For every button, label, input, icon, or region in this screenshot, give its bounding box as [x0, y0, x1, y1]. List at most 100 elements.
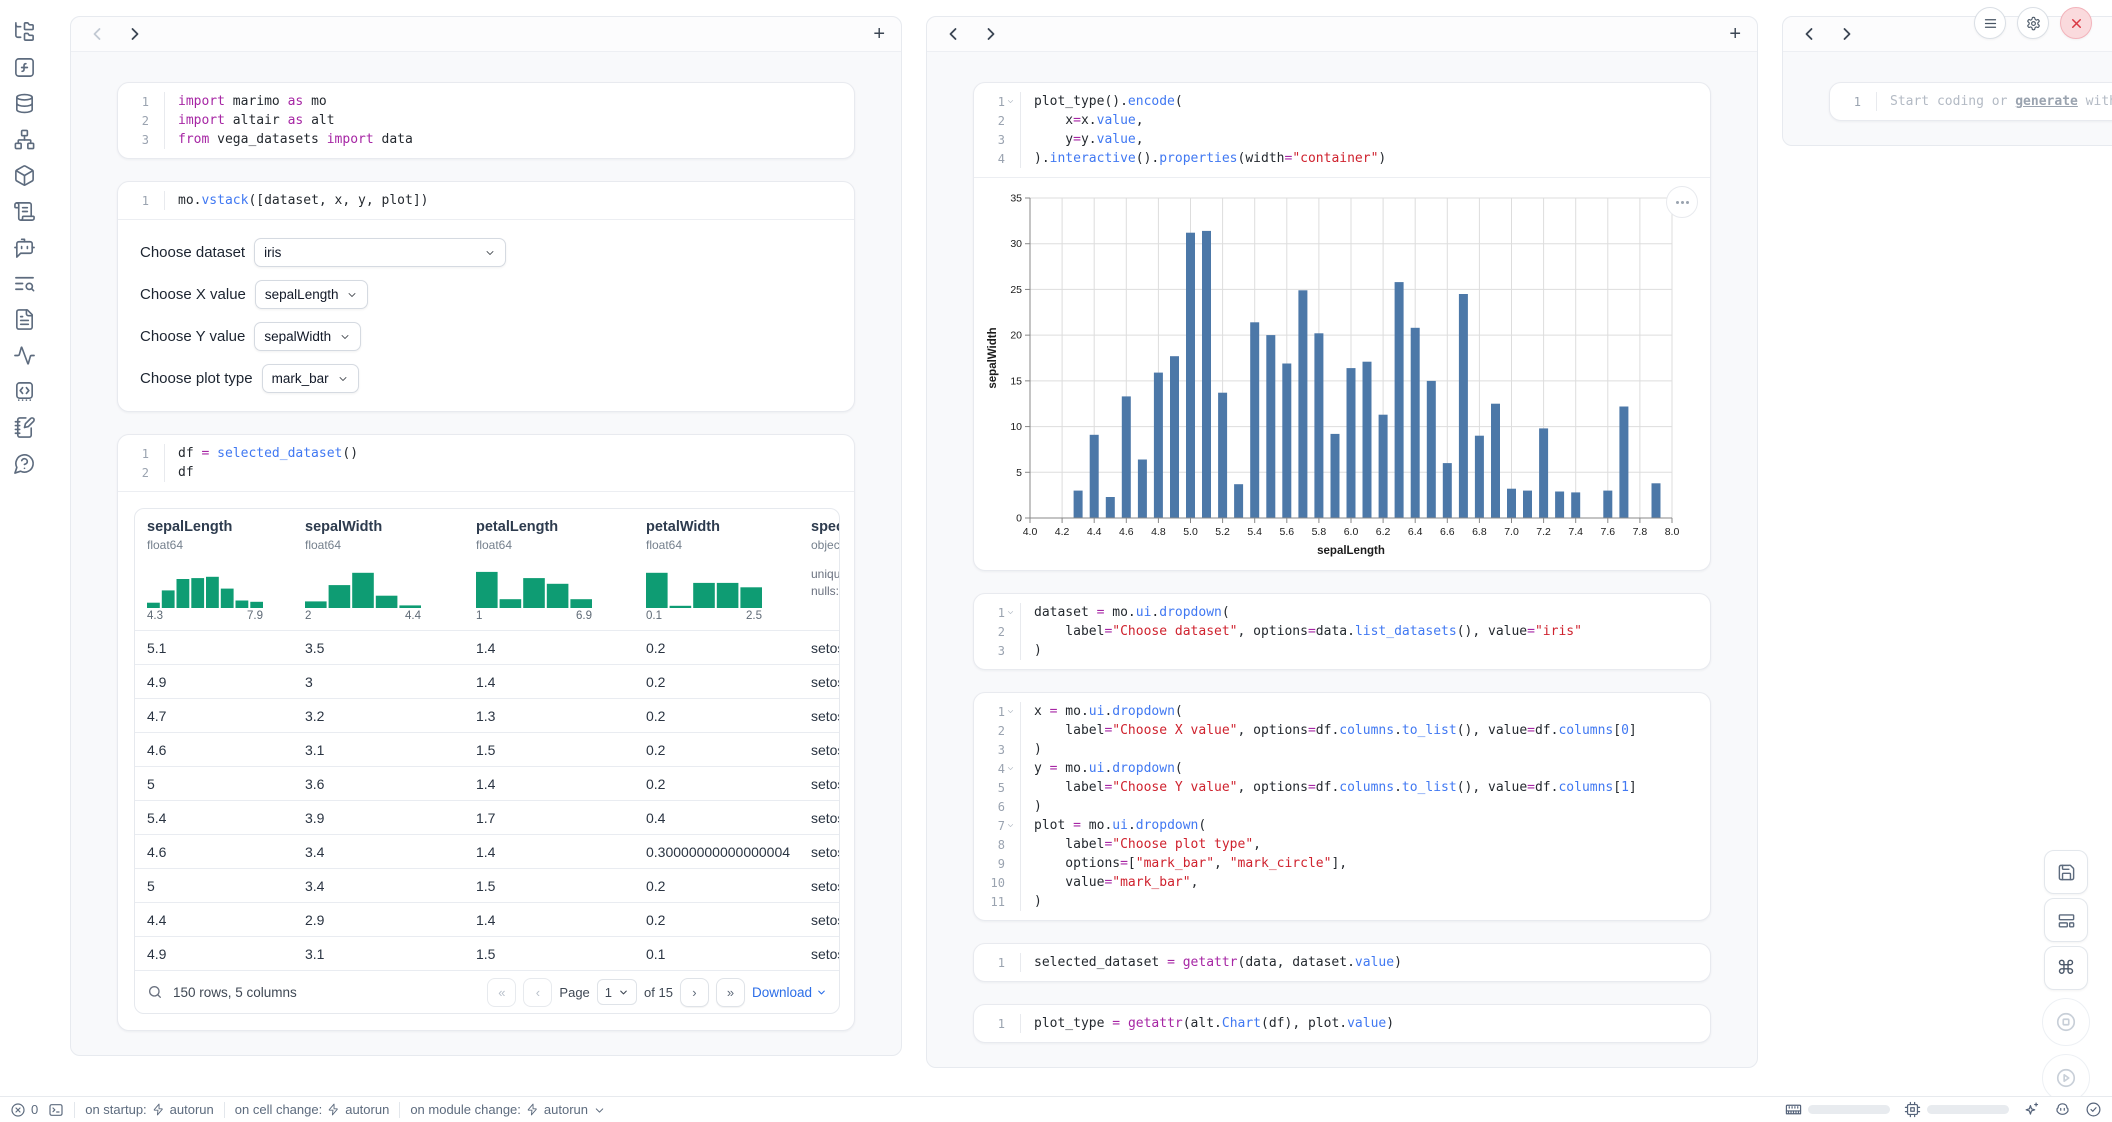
add-column-button[interactable]: +: [1729, 24, 1741, 44]
chat-bot-icon[interactable]: [13, 236, 36, 259]
function-square-icon[interactable]: [13, 56, 36, 79]
settings-gear-button[interactable]: [2017, 7, 2049, 39]
command-palette-button[interactable]: ⌘: [2044, 946, 2088, 990]
generate-with-ai-link[interactable]: generate: [2015, 94, 2078, 109]
table-pagination: « ‹ Page 1 of 15 › »: [487, 978, 827, 1007]
fold-chevron-icon[interactable]: [1006, 764, 1016, 774]
svg-text:6.6: 6.6: [1440, 526, 1455, 538]
dropdown-select[interactable]: iris: [254, 238, 506, 267]
download-button[interactable]: Download: [752, 985, 827, 1000]
dataframe-table-grid: sepalLengthfloat64 4.37.9sepalWidthfloat…: [135, 509, 839, 970]
dropdown-select[interactable]: mark_bar: [262, 364, 359, 393]
stop-button[interactable]: [2042, 998, 2090, 1046]
search-icon[interactable]: [147, 984, 163, 1000]
fold-chevron-icon[interactable]: [1006, 97, 1016, 107]
svg-text:7.4: 7.4: [1568, 526, 1583, 538]
status-bar-right: [1785, 1101, 2102, 1118]
dropdown-select[interactable]: sepalWidth: [254, 322, 361, 351]
svg-text:10: 10: [1010, 421, 1022, 433]
save-button[interactable]: [2044, 850, 2088, 894]
last-page-button[interactable]: »: [716, 978, 745, 1007]
runtime-config-item[interactable]: on startup:autorun: [85, 1102, 214, 1117]
code-editor[interactable]: 1import marimo as mo2import altair as al…: [118, 83, 854, 158]
line-number: 1: [974, 702, 1020, 721]
column-prev-button[interactable]: [1799, 24, 1819, 44]
errors-indicator[interactable]: 0: [10, 1102, 38, 1118]
code-cell-imports: 1import marimo as mo2import altair as al…: [117, 82, 855, 159]
file-tree-icon[interactable]: [13, 20, 36, 43]
code-editor[interactable]: 1plot_type = getattr(alt.Chart(df), plot…: [974, 1005, 1710, 1042]
svg-text:4.2: 4.2: [1055, 526, 1070, 538]
scroll-text-icon[interactable]: [13, 200, 36, 223]
column-header[interactable]: speciobjecuniqunulls:: [799, 519, 839, 630]
svg-text:25: 25: [1010, 284, 1022, 296]
page-count-label: of 15: [644, 985, 673, 1000]
package-icon[interactable]: [13, 164, 36, 187]
svg-text:7.6: 7.6: [1600, 526, 1615, 538]
column-next-button[interactable]: [981, 24, 1001, 44]
table-row: 4.93.11.50.1setos: [135, 936, 839, 970]
copilot-button[interactable]: [2054, 1101, 2071, 1118]
code-editor[interactable]: 1plot_type().encode(2 x=x.value,3 y=y.va…: [974, 83, 1710, 177]
close-button[interactable]: [2060, 7, 2092, 39]
code-editor[interactable]: 1df = selected_dataset()2df: [118, 435, 854, 491]
empty-code-cell: 1 Start coding or generate with: [1829, 82, 2112, 121]
help-icon[interactable]: [13, 452, 36, 475]
table-row: 5.43.91.70.4setos: [135, 800, 839, 834]
code-editor[interactable]: 1selected_dataset = getattr(data, datase…: [974, 944, 1710, 981]
vstack-output: Choose datasetirisChoose X valuesepalLen…: [118, 219, 854, 411]
chart-menu-button[interactable]: [1666, 186, 1698, 218]
snippets-icon[interactable]: [13, 380, 36, 403]
svg-text:30: 30: [1010, 238, 1022, 250]
fold-chevron-icon[interactable]: [1006, 821, 1016, 831]
code-editor[interactable]: 1x = mo.ui.dropdown(2 label="Choose X va…: [974, 693, 1710, 920]
column-header[interactable]: sepalLengthfloat64 4.37.9: [135, 519, 293, 630]
run-button[interactable]: [2042, 1054, 2090, 1102]
layout-button[interactable]: [2044, 898, 2088, 942]
column-next-button[interactable]: [1837, 24, 1857, 44]
connection-status-icon[interactable]: [2085, 1101, 2102, 1118]
page-select[interactable]: 1: [597, 979, 637, 1005]
prev-page-button[interactable]: ‹: [523, 978, 552, 1007]
code-cell-plot: 1plot_type().encode(2 x=x.value,3 y=y.va…: [973, 82, 1711, 571]
dependency-graph-icon[interactable]: [13, 128, 36, 151]
svg-text:4.6: 4.6: [1119, 526, 1134, 538]
line-number: 1: [974, 1014, 1020, 1033]
activity-icon[interactable]: [13, 344, 36, 367]
column-next-button[interactable]: [125, 24, 145, 44]
column-header[interactable]: petalWidthfloat64 0.12.5: [634, 519, 799, 630]
line-number: 7: [974, 816, 1020, 835]
database-icon[interactable]: [13, 92, 36, 115]
next-page-button[interactable]: ›: [680, 978, 709, 1007]
ram-icon: [1785, 1101, 1802, 1118]
svg-text:8.0: 8.0: [1665, 526, 1680, 538]
fold-chevron-icon[interactable]: [1006, 707, 1016, 717]
scratchpad-icon[interactable]: [13, 416, 36, 439]
column-prev-button[interactable]: [87, 24, 107, 44]
code-editor[interactable]: 1 Start coding or generate with: [1830, 83, 2112, 120]
menu-button[interactable]: [1974, 7, 2006, 39]
runtime-config-item[interactable]: on cell change:autorun: [235, 1102, 390, 1117]
fold-chevron-icon[interactable]: [1006, 608, 1016, 618]
line-number: 1: [118, 92, 164, 111]
table-row: 53.41.50.2setos: [135, 868, 839, 902]
terminal-button[interactable]: [48, 1102, 64, 1118]
column-prev-button[interactable]: [943, 24, 963, 44]
code-editor[interactable]: 1mo.vstack([dataset, x, y, plot]): [118, 182, 854, 219]
runtime-config-item[interactable]: on module change:autorun: [410, 1102, 605, 1117]
first-page-button[interactable]: «: [487, 978, 516, 1007]
dropdown-select[interactable]: sepalLength: [255, 280, 369, 309]
line-number: 9: [974, 854, 1020, 873]
svg-text:5.4: 5.4: [1247, 526, 1262, 538]
line-number: 2: [974, 721, 1020, 740]
bar-chart: 4.04.24.44.64.85.05.25.45.65.86.06.26.46…: [984, 190, 1684, 562]
chart-output: 4.04.24.44.64.85.05.25.45.65.86.06.26.46…: [974, 177, 1710, 570]
add-column-button[interactable]: +: [873, 24, 885, 44]
document-icon[interactable]: [13, 308, 36, 331]
dropdown-label: Choose plot type: [140, 370, 253, 387]
code-editor[interactable]: 1dataset = mo.ui.dropdown(2 label="Choos…: [974, 594, 1710, 669]
column-header[interactable]: petalLengthfloat64 16.9: [464, 519, 634, 630]
ai-sparkles-button[interactable]: [2023, 1101, 2040, 1118]
text-search-icon[interactable]: [13, 272, 36, 295]
column-header[interactable]: sepalWidthfloat64 24.4: [293, 519, 464, 630]
